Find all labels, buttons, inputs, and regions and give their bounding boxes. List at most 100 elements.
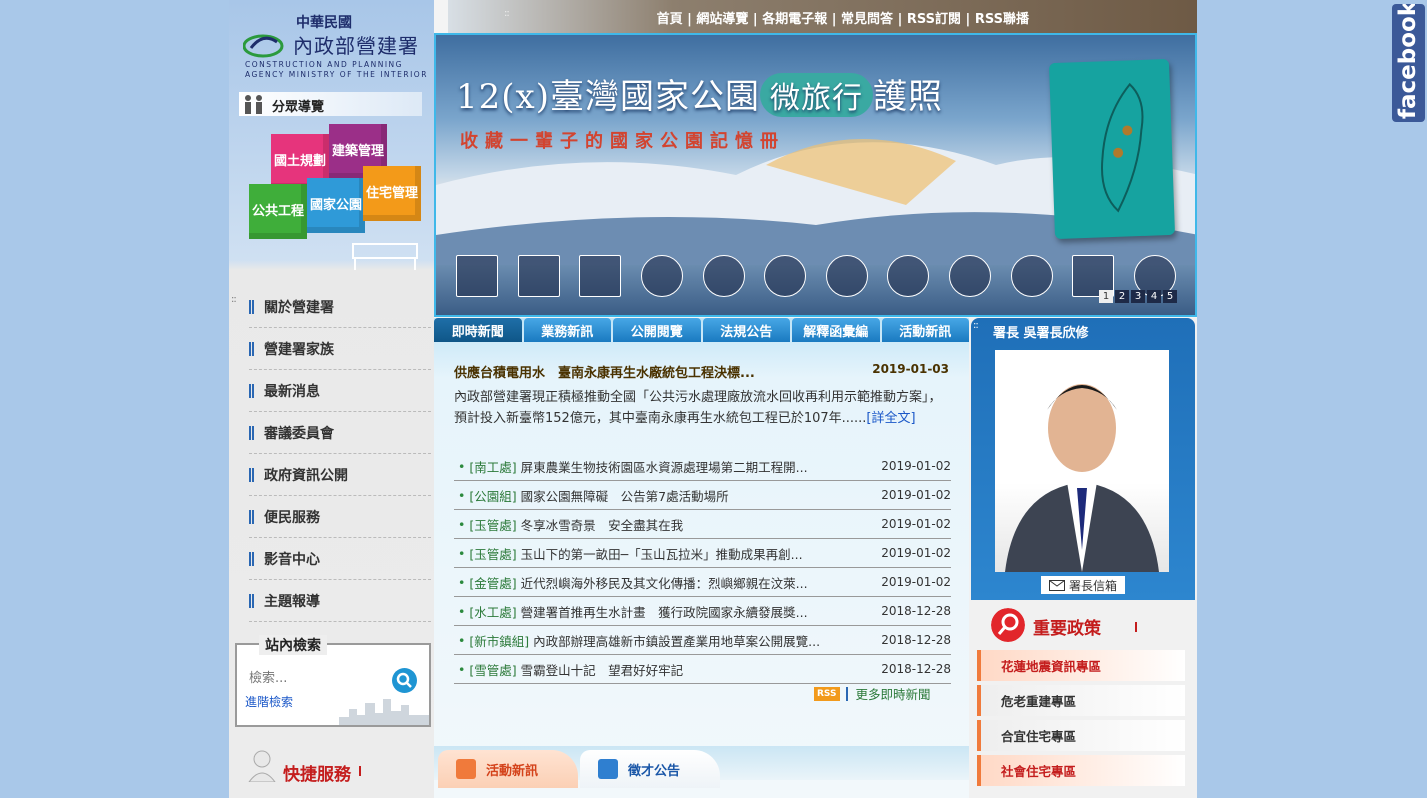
pager-page-4[interactable]: 4 bbox=[1147, 290, 1161, 303]
menu-item-disclosure[interactable]: 政府資訊公開 bbox=[249, 454, 431, 496]
pager-page-1[interactable]: 1 bbox=[1099, 290, 1113, 303]
bullet-bar-icon bbox=[249, 425, 254, 440]
passport-illustration bbox=[1048, 58, 1176, 240]
tab-events[interactable]: 活動新訊 bbox=[881, 318, 969, 342]
pager-page-2[interactable]: 2 bbox=[1115, 290, 1129, 303]
cube-national-parks[interactable]: 國家公園 bbox=[307, 178, 365, 233]
nav-rss-feed[interactable]: RSS聯播 bbox=[975, 12, 1029, 27]
stamp-icon bbox=[579, 255, 622, 297]
banner-title: 12(x)臺灣國家公園 微旅行 護照 bbox=[456, 69, 943, 118]
tab-regulations[interactable]: 法規公告 bbox=[702, 318, 790, 342]
policy-link-affordable-housing[interactable]: 合宜住宅專區 bbox=[977, 720, 1185, 751]
tab-business-news[interactable]: 業務新訊 bbox=[523, 318, 611, 342]
logo-agency: 內政部營建署 bbox=[293, 34, 419, 58]
audience-guide-label: 分眾導覽 bbox=[272, 100, 325, 115]
banner-title-pill: 微旅行 bbox=[759, 73, 873, 117]
policy-header: 重要政策 bbox=[991, 608, 1191, 644]
facebook-badge[interactable]: facebook bbox=[1392, 4, 1425, 122]
banner-pager: 1 2 3 4 5 bbox=[1099, 290, 1177, 303]
pager-page-5[interactable]: 5 bbox=[1163, 290, 1177, 303]
list-item[interactable]: • [金管處] 近代烈嶼海外移民及其文化傳播：烈嶼鄉親在汶萊... 2019-01-0… bbox=[454, 568, 951, 597]
search-input[interactable] bbox=[245, 667, 385, 689]
cube-housing-management[interactable]: 住宅管理 bbox=[363, 166, 421, 221]
list-item[interactable]: • [公園組] 國家公園無障礙 公告第7處活動場所 2019-01-02 bbox=[454, 481, 951, 510]
list-item[interactable]: • [玉管處] 玉山下的第一畝田─「玉山瓦拉米」推動成果再創... 2019-01-0… bbox=[454, 539, 951, 568]
page-container: 中華民國 內政部營建署 CONSTRUCTION AND PLANNING AG… bbox=[229, 0, 1197, 798]
tab-instant-news[interactable]: 即時新聞 bbox=[434, 318, 522, 342]
rss-icon[interactable]: RSS bbox=[814, 686, 840, 701]
stamp-row bbox=[456, 255, 1176, 301]
list-item[interactable]: • [雪管處] 雪霸登山十記 望君好好牢記 2018-12-28 bbox=[454, 655, 951, 684]
bullet-bar-icon bbox=[249, 299, 254, 314]
search-submit-button[interactable] bbox=[392, 668, 417, 693]
cube-public-works[interactable]: 公共工程 bbox=[249, 184, 307, 239]
emblem-icon bbox=[243, 34, 284, 58]
director-title: 署長 吳署長欣修 bbox=[993, 326, 1089, 341]
list-item[interactable]: • [玉管處] 冬享冰雪奇景 安全盡其在我 2019-01-02 bbox=[454, 510, 951, 539]
mail-icon bbox=[1048, 579, 1065, 591]
policy-link-hualien-earthquake[interactable]: 花蓮地震資訊專區 bbox=[977, 650, 1185, 681]
title-bar-decoration bbox=[359, 766, 361, 776]
drag-dots: :: bbox=[504, 8, 510, 19]
policy-link-social-housing[interactable]: 社會住宅專區 bbox=[977, 755, 1185, 786]
audience-guide-header: 分眾導覽 bbox=[239, 92, 422, 116]
secondary-tabs: 活動新訊 徵才公告 bbox=[434, 732, 969, 798]
bullet-bar-icon bbox=[249, 383, 254, 398]
bench-illustration bbox=[352, 243, 418, 270]
bullet-bar-icon bbox=[249, 467, 254, 482]
nav-home[interactable]: 首頁 bbox=[657, 12, 683, 27]
list-item[interactable]: • [水工處] 營建署首推再生水計畫 獲行政院國家永續發展獎... 2018-12-2… bbox=[454, 597, 951, 626]
news-tabs: 即時新聞 業務新訊 公開閱覽 法規公告 解釋函彙編 活動新訊 bbox=[434, 318, 969, 342]
advanced-search-link[interactable]: 進階檢索 bbox=[245, 693, 293, 710]
menu-item-committee[interactable]: 審議委員會 bbox=[249, 412, 431, 454]
menu-item-family[interactable]: 營建署家族 bbox=[249, 328, 431, 370]
policy-link-old-building[interactable]: 危老重建專區 bbox=[977, 685, 1185, 716]
tab-interpretations[interactable]: 解釋函彙編 bbox=[792, 318, 880, 342]
hero-banner[interactable]: 12(x)臺灣國家公園 微旅行 護照 收藏一輩子的國家公園記憶冊 1 2 3 4… bbox=[434, 33, 1197, 317]
stamp-icon bbox=[949, 255, 991, 297]
list-item[interactable]: • [新市鎮組] 內政部辦理高雄新市鎮設置產業用地草案公開展覽... 2018-12-… bbox=[454, 626, 951, 655]
policy-links: 花蓮地震資訊專區 危老重建專區 合宜住宅專區 社會住宅專區 bbox=[977, 650, 1185, 790]
nav-sitemap[interactable]: 網站導覽 bbox=[696, 12, 748, 27]
menu-item-features[interactable]: 主題報導 bbox=[249, 580, 431, 622]
tab-public-review[interactable]: 公開閱覽 bbox=[613, 318, 701, 342]
logo-en-line2: AGENCY MINISTRY OF THE INTERIOR bbox=[245, 70, 428, 79]
bullet-bar-icon bbox=[249, 509, 254, 524]
stamp-icon bbox=[640, 255, 683, 297]
menu-item-services[interactable]: 便民服務 bbox=[249, 496, 431, 538]
nav-newsletter[interactable]: 各期電子報 bbox=[762, 12, 827, 27]
stamp-icon bbox=[764, 255, 807, 297]
headline-date: 2019-01-03 bbox=[872, 362, 949, 376]
stamp-icon bbox=[456, 255, 498, 297]
director-mailbox-button[interactable]: 署長信箱 bbox=[1041, 576, 1125, 594]
bullet-bar-icon bbox=[249, 341, 254, 356]
site-logo[interactable]: 中華民國 內政部營建署 CONSTRUCTION AND PLANNING AG… bbox=[241, 8, 431, 83]
people-icon bbox=[245, 95, 262, 114]
menu-item-news[interactable]: 最新消息 bbox=[249, 370, 431, 412]
bullet-bar-icon bbox=[249, 551, 254, 566]
user-icon bbox=[248, 750, 276, 782]
pager-page-3[interactable]: 3 bbox=[1131, 290, 1145, 303]
facebook-label: facebook bbox=[1395, 4, 1421, 119]
logo-country: 中華民國 bbox=[296, 15, 352, 31]
id-card-icon bbox=[598, 759, 618, 779]
bullet-bar-icon bbox=[249, 593, 254, 608]
audience-cubes: 國土規劃 建築管理 公共工程 國家公園 住宅管理 bbox=[245, 120, 425, 245]
stamp-icon bbox=[702, 255, 745, 297]
read-more-link[interactable]: [詳全文] bbox=[866, 411, 915, 426]
director-photo bbox=[995, 350, 1169, 572]
menu-item-about[interactable]: 關於營建署 bbox=[249, 286, 431, 328]
tab-activity-news[interactable]: 活動新訊 bbox=[438, 750, 578, 788]
title-bar-decoration bbox=[1135, 622, 1137, 632]
menu-item-media[interactable]: 影音中心 bbox=[249, 538, 431, 580]
policy-title: 重要政策 bbox=[1033, 619, 1101, 639]
tab-recruitment[interactable]: 徵才公告 bbox=[580, 750, 720, 788]
nav-rss-subscribe[interactable]: RSS訂閱 bbox=[907, 12, 961, 27]
site-search: 站內檢索 進階檢索 bbox=[235, 635, 431, 727]
magnifier-icon bbox=[991, 608, 1025, 642]
nav-faq[interactable]: 常見問答 bbox=[841, 12, 893, 27]
list-item[interactable]: • [南工處] 屏東農業生物技術園區水資源處理場第二期工程開... 2019-01-0… bbox=[454, 452, 951, 481]
main-menu: 關於營建署 營建署家族 最新消息 審議委員會 政府資訊公開 便民服務 影音中心 … bbox=[249, 286, 431, 622]
stamp-icon bbox=[887, 255, 930, 297]
more-news-link[interactable]: 更多即時新聞 bbox=[856, 684, 931, 703]
